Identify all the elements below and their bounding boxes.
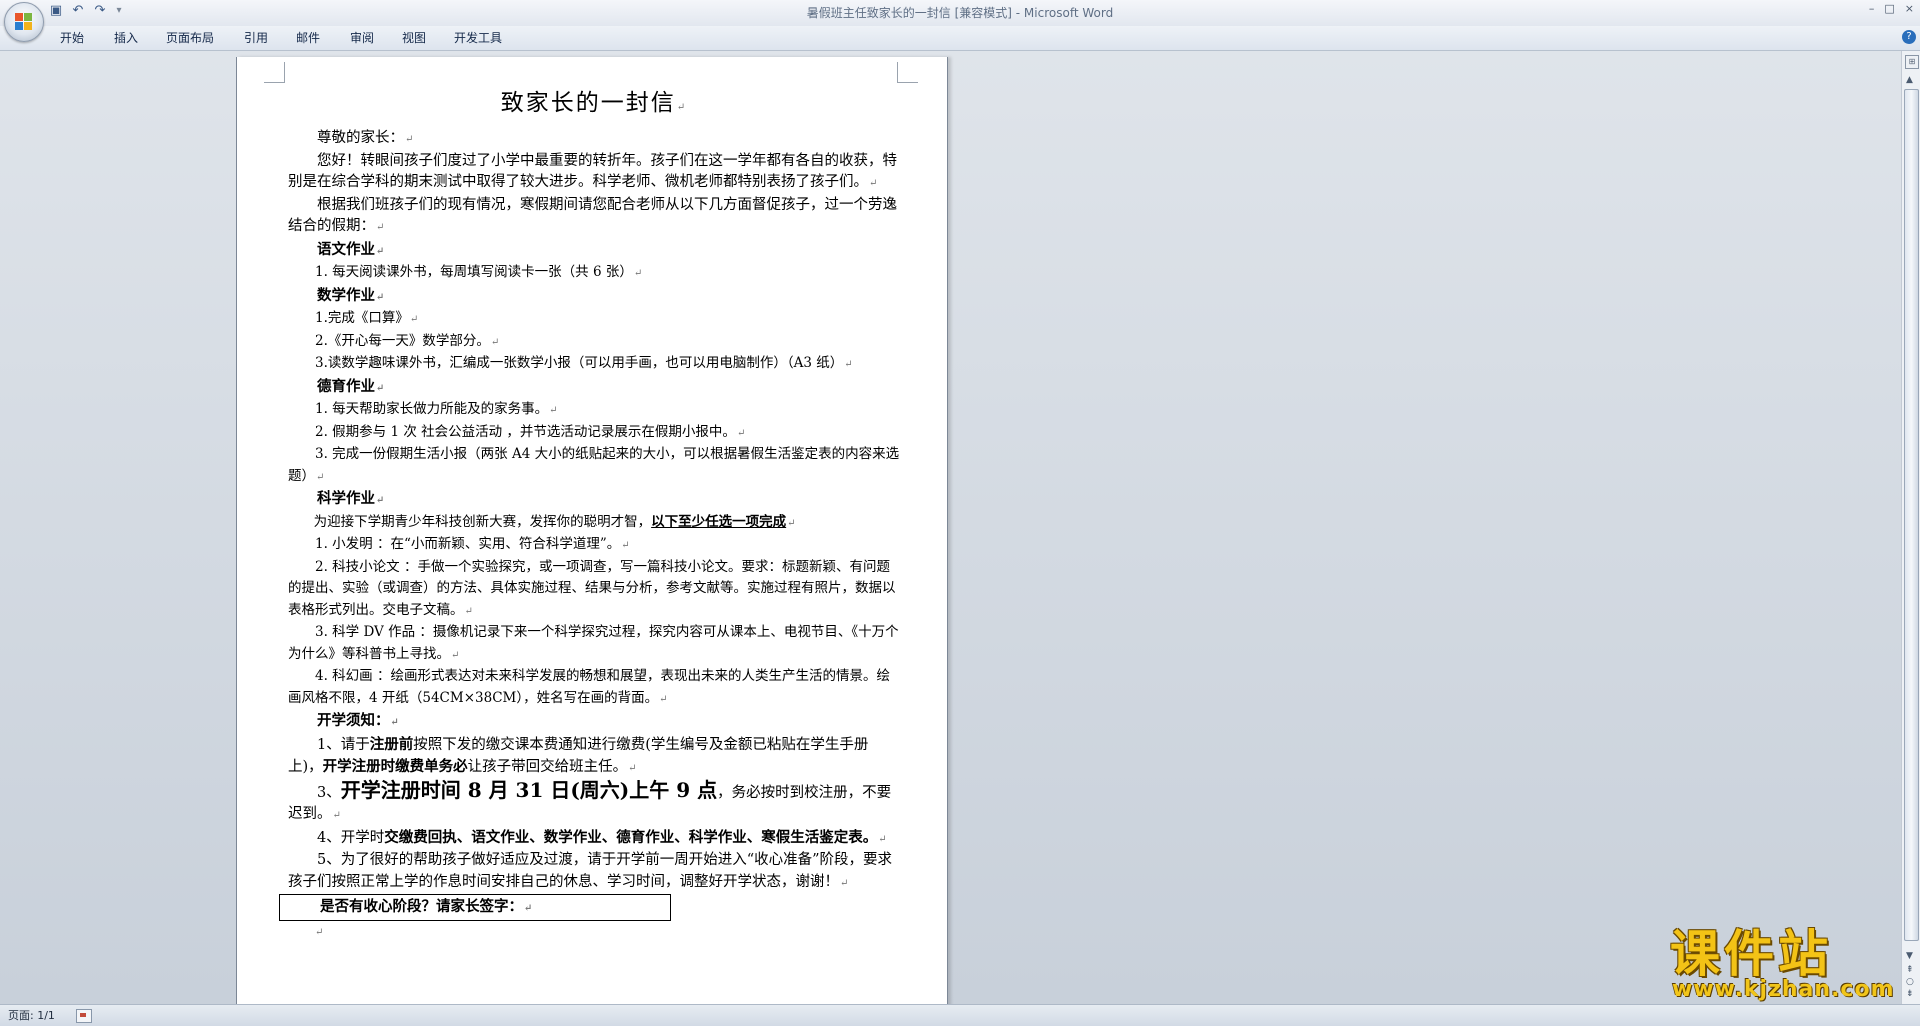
notice-item-1: 1、请于注册前按照下发的缴交课本费通知进行缴费(学生编号及金额已粘贴在学生手册上… [288, 735, 869, 776]
scrollbar-thumb[interactable] [1904, 89, 1919, 941]
window-controls: – □ × [1869, 2, 1914, 15]
section-math: 数学作业↵ [317, 286, 385, 304]
moral-item-2: 2. 假期参与 1 次 社会公益活动 ，并节选活动记录展示在假期小报中。↵ [315, 423, 746, 440]
tab-view[interactable]: 视图 [396, 26, 432, 50]
close-button[interactable]: × [1905, 2, 1914, 15]
tab-developer[interactable]: 开发工具 [448, 26, 508, 50]
moral-item-3: 3. 完成一份假期生活小报（两张 A4 大小的纸贴起来的大小，可以根据暑假生活鉴… [288, 446, 900, 484]
science-item-1: 1. 小发明 ：在“小而新颖、实用、符合科学道理”。↵ [315, 536, 630, 552]
help-icon[interactable]: ? [1902, 30, 1916, 44]
maximize-button[interactable]: □ [1884, 2, 1894, 15]
section-notice: 开学须知：↵ [317, 712, 399, 729]
section-science: 科学作业↵ [317, 490, 385, 507]
tab-insert[interactable]: 插入 [108, 26, 144, 50]
watermark-brand: 课件站 [1670, 925, 1832, 983]
section-moral: 德育作业↵ [317, 377, 385, 395]
next-page-icon[interactable]: ⇟ [1906, 989, 1914, 999]
redo-icon[interactable]: ↷ [92, 3, 108, 19]
notice-item-5: 5、为了很好的帮助孩子做好适应及过渡，请于开学前一周开始进入“收心准备”阶段，要… [288, 852, 893, 890]
tab-review[interactable]: 审阅 [344, 26, 380, 50]
page-count[interactable]: 页面: 1/1 [8, 1005, 55, 1026]
scroll-down-icon[interactable]: ▼ [1906, 951, 1913, 961]
office-button[interactable] [4, 2, 44, 42]
science-item-4: 4. 科幻画 ：绘画形式表达对未来科学发展的畅想和展望，表现出未来的人类生产生活… [288, 668, 890, 706]
empty-paragraph: ↵ [315, 927, 324, 938]
tab-page-layout[interactable]: 页面布局 [160, 26, 220, 50]
title-bar: 暑假班主任致家长的一封信 [兼容模式] - Microsoft Word ▣ ↶… [0, 0, 1920, 27]
previous-page-icon[interactable]: ⇞ [1906, 965, 1914, 975]
doc-title: 致家长的一封信↵ [500, 90, 688, 116]
math-item-1: 1.完成《口算》↵ [315, 310, 419, 326]
watermark-url: www.kjzhan.com [1672, 977, 1895, 1002]
moral-item-1: 1. 每天帮助家长做力所能及的家务事。↵ [315, 401, 558, 417]
science-intro: 为迎接下学期青少年科技创新大赛，发挥你的聪明才智，以下至少任选一项完成↵ [313, 513, 796, 530]
lead-paragraph: 根据我们班孩子们的现有情况，寒假期间请您配合老师从以下几方面督促孩子，过一个劳逸… [288, 196, 897, 235]
document-body[interactable]: 致家长的一封信↵ 尊敬的家长：↵ 您好！转眼间孩子们度过了小学中最重要的转折年。… [279, 85, 900, 944]
save-icon[interactable]: ▣ [48, 3, 64, 19]
proofing-icon[interactable] [76, 1009, 92, 1023]
greeting: 尊敬的家长：↵ [317, 130, 414, 146]
science-item-2: 2. 科技小论文 ：手做一个实验探究，或一项调查，写一篇科技小论文。要求：标题新… [288, 558, 896, 618]
section-chinese: 语文作业↵ [317, 240, 385, 258]
watermark-logo: 课件站 www.kjzhan.com [1670, 925, 1900, 1002]
science-item-3: 3. 科学 DV 作品 ：摄像机记录下来一个科学探究过程，探究内容可从课本上、电… [288, 624, 899, 662]
quick-access-toolbar: ▣ ↶ ↷ ▾ [48, 3, 124, 19]
signature-row: 是否有收心阶段？请家长签字：↵ [279, 894, 900, 921]
math-item-3: 3.读数学趣味课外书，汇编成一张数学小报（可以用手画，也可以用电脑制作）（A3 … [315, 355, 853, 371]
tab-mailings[interactable]: 邮件 [290, 26, 326, 50]
notice-item-4: 4、开学时交缴费回执、语文作业、数学作业、德育作业、科学作业、寒假生活鉴定表。↵ [317, 828, 887, 846]
intro-paragraph: 您好！转眼间孩子们度过了小学中最重要的转折年。孩子们在这一学年都有各自的收获，特… [288, 152, 897, 191]
chinese-item-1: 1. 每天阅读课外书，每周填写阅读卡一张（共 6 张）↵ [315, 264, 643, 280]
document-page[interactable]: 致家长的一封信↵ 尊敬的家长：↵ 您好！转眼间孩子们度过了小学中最重要的转折年。… [236, 57, 948, 1010]
window-title: 暑假班主任致家长的一封信 [兼容模式] - Microsoft Word [806, 6, 1114, 20]
status-bar: 页面: 1/1 [0, 1004, 1920, 1026]
signature-box[interactable]: 是否有收心阶段？请家长签字：↵ [279, 894, 671, 921]
minimize-button[interactable]: – [1869, 2, 1875, 15]
crop-mark-top-left [264, 62, 285, 83]
ruler-toggle-icon[interactable]: ⊞ [1905, 55, 1919, 69]
ribbon-tabs: 开始 插入 页面布局 引用 邮件 审阅 视图 开发工具 [0, 26, 1920, 51]
scroll-up-icon[interactable]: ▲ [1906, 75, 1913, 85]
tab-references[interactable]: 引用 [238, 26, 274, 50]
crop-mark-top-right [897, 62, 918, 83]
vertical-scrollbar[interactable]: ⊞ ▲ ▼ ⇞ ○ ⇟ [1901, 51, 1920, 1004]
tab-home[interactable]: 开始 [54, 26, 90, 50]
office-logo-icon [15, 13, 33, 31]
customize-icon[interactable]: ▾ [114, 3, 124, 19]
undo-icon[interactable]: ↶ [70, 3, 86, 19]
browse-object-icon[interactable]: ○ [1906, 977, 1914, 987]
math-item-2: 2.《开心每一天》数学部分。↵ [315, 332, 500, 349]
notice-item-3: 3、开学注册时间 8 月 31 日(周六)上午 9 点，务必按时到校注册，不要迟… [288, 777, 892, 822]
